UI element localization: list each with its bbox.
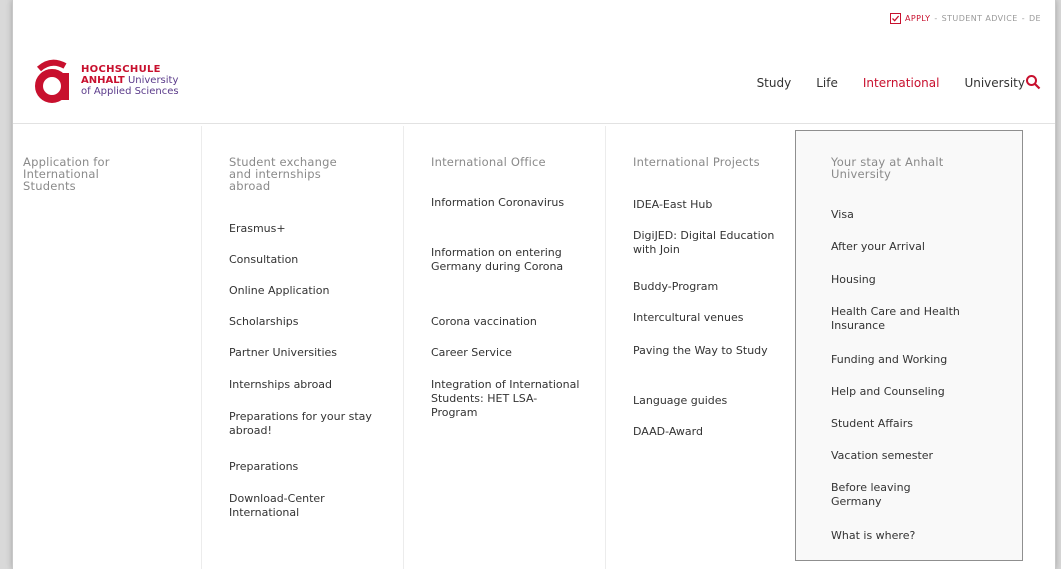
nav-item-international[interactable]: International bbox=[863, 76, 940, 90]
menu-item[interactable]: Scholarships bbox=[229, 315, 389, 329]
menu-item[interactable]: Information Coronavirus bbox=[431, 196, 586, 210]
menu-item[interactable]: Erasmus+ bbox=[229, 222, 389, 236]
menu-item[interactable]: Preparations for your stay abroad! bbox=[229, 410, 379, 438]
menu-item[interactable]: Student Affairs bbox=[831, 417, 1011, 431]
apply-label: APPLY bbox=[904, 13, 931, 23]
logo-wordmark: HOCHSCHULE ANHALT University of Applied … bbox=[81, 64, 179, 97]
menu-item[interactable]: Buddy-Program bbox=[633, 280, 783, 294]
menu-column-title[interactable]: International Office bbox=[431, 156, 591, 168]
menu-item[interactable]: Health Care and Health Insurance bbox=[831, 305, 991, 333]
page: APPLY - STUDENT ADVICE - DE HOCHSCHULE A… bbox=[12, 0, 1056, 569]
menu-item[interactable]: Career Service bbox=[431, 346, 591, 360]
logo-line-2-rest: University bbox=[124, 74, 179, 86]
checkbox-icon bbox=[889, 12, 901, 24]
menu-item[interactable]: DigiJED: Digital Education with Join bbox=[633, 229, 783, 257]
menu-column-application: Application for International Students bbox=[23, 126, 193, 569]
student-advice-link[interactable]: STUDENT ADVICE bbox=[942, 14, 1018, 23]
menu-item[interactable]: Language guides bbox=[633, 394, 783, 408]
nav-item-life[interactable]: Life bbox=[816, 76, 838, 90]
menu-column-exchange: Student exchange and internships abroad … bbox=[201, 126, 401, 569]
menu-column-title[interactable]: International Projects bbox=[633, 156, 793, 168]
logo-line-3: of Applied Sciences bbox=[81, 85, 179, 97]
menu-item[interactable]: After your Arrival bbox=[831, 240, 1011, 254]
site-header: HOCHSCHULE ANHALT University of Applied … bbox=[13, 34, 1055, 124]
menu-column-title[interactable]: Your stay at Anhalt University bbox=[831, 156, 981, 180]
nav-item-study[interactable]: Study bbox=[757, 76, 792, 90]
menu-item[interactable]: IDEA-East Hub bbox=[633, 198, 783, 212]
menu-item[interactable]: Preparations bbox=[229, 460, 389, 474]
logo-line-2-bold: ANHALT bbox=[81, 74, 125, 86]
logo-line-2: ANHALT University bbox=[81, 75, 179, 86]
separator: - bbox=[934, 13, 938, 23]
search-icon[interactable] bbox=[1025, 74, 1041, 90]
university-logo[interactable]: HOCHSCHULE ANHALT University of Applied … bbox=[31, 56, 179, 104]
menu-item[interactable]: Housing bbox=[831, 273, 1011, 287]
nav-item-university[interactable]: University bbox=[964, 76, 1025, 90]
menu-item[interactable]: DAAD-Award bbox=[633, 425, 783, 439]
logo-mark-icon bbox=[35, 59, 69, 103]
language-switch-link[interactable]: DE bbox=[1029, 14, 1041, 23]
menu-item[interactable]: Information on entering Germany during C… bbox=[431, 246, 581, 274]
menu-item[interactable]: Visa bbox=[831, 208, 1011, 222]
menu-item[interactable]: Internships abroad bbox=[229, 378, 389, 392]
mega-menu: Application for International Students S… bbox=[13, 126, 1055, 569]
menu-column-your-stay: Your stay at Anhalt University Visa Afte… bbox=[795, 126, 1023, 569]
menu-item[interactable]: Intercultural venues bbox=[633, 311, 783, 325]
menu-column-international-projects: International Projects IDEA-East Hub Dig… bbox=[605, 126, 795, 569]
separator: - bbox=[1021, 13, 1025, 23]
menu-item[interactable]: Partner Universities bbox=[229, 346, 389, 360]
menu-column-title[interactable]: Student exchange and internships abroad bbox=[229, 156, 349, 192]
top-utility-bar: APPLY - STUDENT ADVICE - DE bbox=[889, 11, 1041, 25]
menu-item[interactable]: Paving the Way to Study bbox=[633, 344, 773, 358]
apply-link[interactable]: APPLY bbox=[889, 12, 931, 24]
menu-item[interactable]: Vacation semester bbox=[831, 449, 1011, 463]
main-nav: Study Life International University bbox=[757, 76, 1025, 90]
menu-item[interactable]: Download-Center International bbox=[229, 492, 379, 520]
menu-item[interactable]: Help and Counseling bbox=[831, 385, 1011, 399]
menu-item[interactable]: Before leaving Germany bbox=[831, 481, 951, 509]
menu-column-title[interactable]: Application for International Students bbox=[23, 156, 153, 192]
menu-column-international-office: International Office Information Coronav… bbox=[403, 126, 603, 569]
menu-item[interactable]: Corona vaccination bbox=[431, 315, 591, 329]
menu-item[interactable]: Online Application bbox=[229, 284, 389, 298]
menu-item[interactable]: Funding and Working bbox=[831, 353, 1011, 367]
menu-item[interactable]: Consultation bbox=[229, 253, 389, 267]
menu-item[interactable]: What is where? bbox=[831, 529, 1011, 543]
logo-line-1: HOCHSCHULE bbox=[81, 63, 161, 75]
menu-item[interactable]: Integration of International Students: H… bbox=[431, 378, 581, 420]
